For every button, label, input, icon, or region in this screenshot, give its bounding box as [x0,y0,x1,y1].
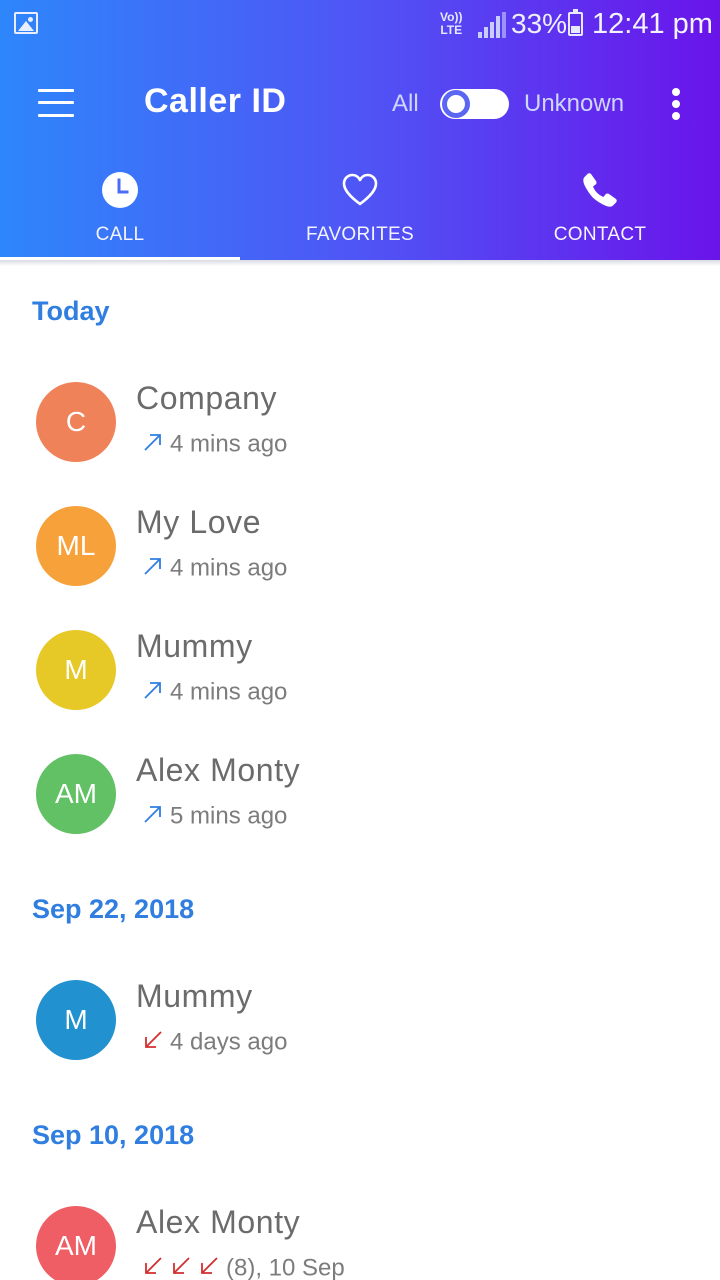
contact-name: Mummy [136,628,253,664]
tab-contact-label: CONTACT [553,224,647,245]
call-log-item[interactable]: AM Alex Monty (8), 10 Sep [0,1204,720,1280]
avatar: M [36,980,116,1060]
call-meta: 4 mins ago [142,430,287,460]
call-time: 5 mins ago [170,802,288,830]
call-meta: (8), 10 Sep [142,1254,345,1280]
missed-call-icon [198,1255,220,1277]
call-time: 4 mins ago [170,554,288,582]
call-meta: 4 days ago [142,1028,287,1058]
call-meta: 4 mins ago [142,554,287,584]
toggle-knob [442,90,470,118]
call-log-list[interactable]: Today C Company 4 mins ago ML My Love 4 … [0,260,720,1280]
phone-icon [583,173,617,207]
contact-name: My Love [136,504,262,540]
contact-name: Alex Monty [136,1204,301,1240]
avatar: ML [36,506,116,586]
filter-toggle-switch[interactable] [440,89,509,119]
battery-percent: 33% [511,8,568,39]
outgoing-call-icon [142,679,164,701]
call-log-item[interactable]: M Mummy 4 mins ago [0,628,720,730]
heart-icon [342,173,378,206]
call-log-item[interactable]: M Mummy 4 days ago [0,978,720,1080]
avatar: AM [36,754,116,834]
section-header-date: Sep 10, 2018 [32,1120,195,1150]
toggle-label-unknown: Unknown [524,90,625,117]
outgoing-call-icon [142,803,164,825]
hamburger-menu-icon[interactable] [38,89,74,117]
app-header: Vo)) LTE 33% 12:41 pm Caller ID All Unkn… [0,0,720,260]
call-time: (8), 10 Sep [226,1254,345,1280]
status-bar: Vo)) LTE 33% 12:41 pm [0,0,720,50]
call-time: 4 mins ago [170,430,288,458]
signal-icon [478,12,506,38]
avatar: AM [36,1206,116,1280]
call-log-item[interactable]: AM Alex Monty 5 mins ago [0,752,720,854]
volte-bottom-label: LTE [440,23,463,37]
battery-icon [568,9,583,36]
outgoing-call-icon [142,431,164,453]
toggle-label-all: All [392,90,419,117]
section-header-date: Sep 22, 2018 [32,894,195,924]
contact-name: Alex Monty [136,752,301,788]
call-meta: 5 mins ago [142,802,287,832]
call-time: 4 mins ago [170,678,288,706]
call-meta: 4 mins ago [142,678,287,708]
clock-time: 12:41 pm [592,8,713,40]
gallery-icon [14,12,38,34]
avatar: C [36,382,116,462]
app-title: Caller ID [144,82,287,120]
tab-call-label: CALL [95,224,145,245]
missed-call-icon [142,1255,164,1277]
missed-call-icon [142,1029,164,1051]
tab-favorites[interactable]: FAVORITES [240,168,480,260]
tab-contact[interactable]: CONTACT [480,168,720,260]
tab-favorites-label: FAVORITES [306,224,414,245]
volte-indicator: Vo)) LTE [440,11,462,37]
call-time: 4 days ago [170,1028,288,1056]
outgoing-call-icon [142,555,164,577]
call-log-item[interactable]: ML My Love 4 mins ago [0,504,720,606]
clock-icon [102,172,138,208]
section-header-today: Today [32,296,110,326]
more-options-icon[interactable] [666,86,686,122]
avatar: M [36,630,116,710]
tab-call[interactable]: CALL [0,168,240,260]
call-log-item[interactable]: C Company 4 mins ago [0,380,720,482]
missed-call-icon [170,1255,192,1277]
contact-name: Company [136,380,278,416]
contact-name: Mummy [136,978,253,1014]
